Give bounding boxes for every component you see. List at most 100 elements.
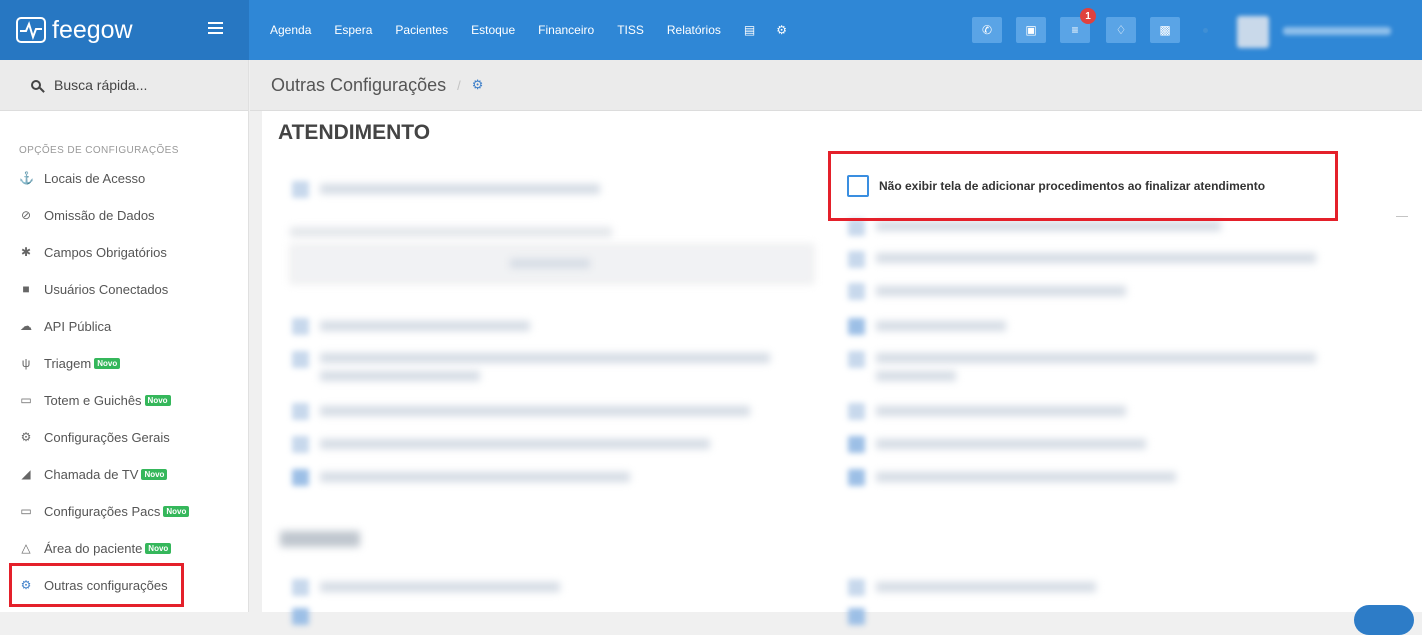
blurred-option <box>876 321 1006 331</box>
sidebar-item-totem-e-guiches[interactable]: ▭ Totem e Guichês Novo <box>19 389 171 411</box>
blurred-option <box>320 439 710 449</box>
sidebar-item-api-publica[interactable]: ☁ API Pública <box>19 315 111 337</box>
phone-icon: ✆ <box>981 23 993 37</box>
blurred-option <box>320 184 600 194</box>
heartbeat-logo-icon <box>16 17 46 43</box>
blurred-checkbox[interactable] <box>292 436 309 453</box>
sidebar-item-locais-de-acesso[interactable]: ⚓ Locais de Acesso <box>19 167 145 189</box>
sidebar-item-label: Campos Obrigatórios <box>44 244 167 260</box>
nav-pacientes[interactable]: Pacientes <box>395 23 448 37</box>
tasks-icon: ≡ <box>1071 23 1079 37</box>
nav-agenda[interactable]: Agenda <box>270 23 311 37</box>
blurred-option <box>320 371 480 381</box>
search-icon <box>31 80 41 90</box>
blurred-option <box>876 582 1096 592</box>
blurred-option <box>320 582 560 592</box>
breadcrumb-separator: / <box>457 77 461 93</box>
sidebar-item-omissao-de-dados[interactable]: ⊘ Omissão de Dados <box>19 204 155 226</box>
gear-icon[interactable]: ⚙ <box>776 23 787 37</box>
menu-toggle-icon[interactable] <box>208 22 223 34</box>
blurred-option <box>876 439 1146 449</box>
blurred-checkbox[interactable] <box>848 219 865 236</box>
blurred-label <box>290 227 612 237</box>
option-checkbox[interactable] <box>847 175 869 197</box>
brand[interactable]: feegow <box>0 0 249 60</box>
user-name-blurred[interactable] <box>1283 27 1391 35</box>
quick-search[interactable]: Busca rápida... <box>0 60 248 111</box>
blurred-checkbox[interactable] <box>848 436 865 453</box>
blurred-checkbox[interactable] <box>292 181 309 198</box>
gears-icon: ⚙ <box>471 77 484 92</box>
blurred-checkbox[interactable] <box>848 318 865 335</box>
blurred-checkbox[interactable] <box>292 608 309 625</box>
nav-tiss[interactable]: TISS <box>617 23 644 37</box>
sidebar-item-label: Totem e Guichês <box>44 392 142 408</box>
sidebar-item-label: Triagem <box>44 355 92 371</box>
cloud-icon: ☁ <box>20 319 32 333</box>
megaphone-icon: ◢ <box>21 467 31 481</box>
blurred-checkbox[interactable] <box>848 403 865 420</box>
blurred-option <box>320 353 770 363</box>
blurred-checkbox[interactable] <box>848 469 865 486</box>
main-nav: Agenda Espera Pacientes Estoque Financei… <box>270 0 808 60</box>
blurred-option <box>876 472 1176 482</box>
brand-name: feegow <box>52 15 133 44</box>
sidebar-item-label: Chamada de TV <box>44 466 139 482</box>
section-title: ATENDIMENTO <box>278 121 431 144</box>
blurred-option <box>876 221 1221 231</box>
stethoscope-icon: ψ <box>21 356 31 370</box>
blurred-select-value <box>510 259 590 268</box>
option-nao-exibir-procedimentos[interactable]: Não exibir tela de adicionar procediment… <box>847 175 1265 197</box>
sidebar-item-usuarios-conectados[interactable]: ■ Usuários Conectados <box>19 278 168 300</box>
sidebar-item-chamada-de-tv[interactable]: ◢ Chamada de TV Novo <box>19 463 168 485</box>
bell-button[interactable]: ♢ <box>1106 17 1136 43</box>
sidebar-item-area-do-paciente[interactable]: △ Área do paciente Novo <box>19 537 172 559</box>
blurred-option <box>320 406 750 416</box>
sidebar: Busca rápida... OPÇÕES DE CONFIGURAÇÕES … <box>0 60 249 612</box>
blurred-checkbox[interactable] <box>292 318 309 335</box>
bell-icon: ♢ <box>1115 23 1127 37</box>
novo-badge: Novo <box>163 505 190 517</box>
blurred-checkbox[interactable] <box>848 351 865 368</box>
help-chat-button[interactable] <box>1354 605 1414 635</box>
nav-financeiro[interactable]: Financeiro <box>538 23 594 37</box>
chat-button[interactable]: ▩ <box>1150 17 1180 43</box>
breadcrumb: Outras Configurações / ⚙ <box>250 60 1422 111</box>
divider <box>1396 216 1408 217</box>
blurred-checkbox[interactable] <box>292 351 309 368</box>
inbox-button[interactable]: ▣ <box>1016 17 1046 43</box>
sidebar-item-campos-obrigatorios[interactable]: ✱ Campos Obrigatórios <box>19 241 167 263</box>
blurred-option <box>876 371 956 381</box>
notification-badge: 1 <box>1080 8 1096 24</box>
sidebar-item-triagem[interactable]: ψ Triagem Novo <box>19 352 121 374</box>
avatar[interactable] <box>1237 16 1269 48</box>
page-title: Outras Configurações <box>271 74 447 95</box>
blurred-checkbox[interactable] <box>292 403 309 420</box>
blurred-checkbox[interactable] <box>848 251 865 268</box>
blurred-checkbox[interactable] <box>848 579 865 596</box>
database-icon[interactable]: ▤ <box>744 23 755 37</box>
sidebar-item-label: Área do paciente <box>44 540 143 556</box>
blurred-checkbox[interactable] <box>292 469 309 486</box>
top-navbar: feegow Agenda Espera Pacientes Estoque F… <box>0 0 1422 60</box>
nav-relatorios[interactable]: Relatórios <box>667 23 721 37</box>
sidebar-item-configuracoes-gerais[interactable]: ⚙ Configurações Gerais <box>19 426 170 448</box>
blurred-checkbox[interactable] <box>292 579 309 596</box>
sidebar-item-label: Usuários Conectados <box>44 281 169 297</box>
sidebar-item-configuracoes-pacs[interactable]: ▭ Configurações Pacs Novo <box>19 500 190 522</box>
blurred-checkbox[interactable] <box>848 608 865 625</box>
novo-badge: Novo <box>94 357 121 369</box>
blurred-checkbox[interactable] <box>848 283 865 300</box>
sidebar-item-label: Omissão de Dados <box>44 207 155 223</box>
settings-panel: ATENDIMENTO Não exibir tela de adicionar… <box>262 111 1422 625</box>
sidebar-item-label: Configurações Pacs <box>44 503 161 519</box>
nav-espera[interactable]: Espera <box>334 23 372 37</box>
blurred-option <box>876 353 1316 363</box>
blurred-section-title <box>280 531 360 547</box>
phone-button[interactable]: ✆ <box>972 17 1002 43</box>
highlight-outras-configuracoes <box>9 563 184 607</box>
user-icon: ■ <box>22 282 30 296</box>
gears-icon: ⚙ <box>20 430 32 444</box>
inbox-icon: ▣ <box>1025 23 1037 37</box>
nav-estoque[interactable]: Estoque <box>471 23 515 37</box>
